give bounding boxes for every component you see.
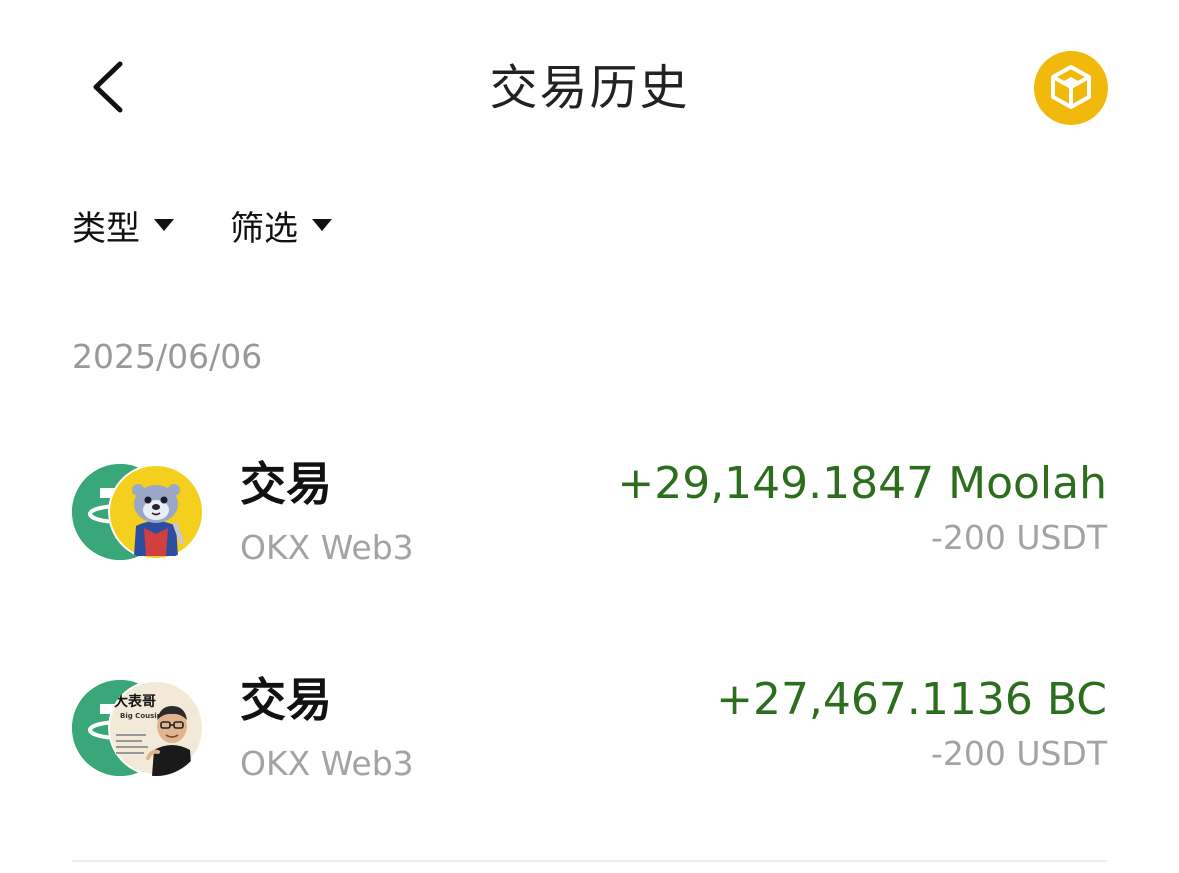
transaction-row[interactable]: 交易 OKX Web3 +29,149.1847 Moolah -200 USD… [72,432,1107,648]
screen-filter-label: 筛选 [230,208,298,249]
transaction-title: 交易 [240,457,332,511]
svg-text:Big Cousin: Big Cousin [120,712,162,720]
transaction-title: 交易 [240,673,332,727]
transaction-amount: +27,467.1136 BC [716,674,1107,725]
moolah-otter-icon [108,464,204,560]
svg-text:大表哥: 大表哥 [114,693,156,710]
transaction-list: 交易 OKX Web3 +29,149.1847 Moolah -200 USD… [72,432,1107,864]
transaction-source: OKX Web3 [240,744,414,783]
page-title: 交易历史 [489,60,690,116]
wallet-badge-button[interactable] [1034,51,1108,125]
date-heading: 2025/06/06 [72,337,263,376]
token-pair-icons [72,464,212,562]
list-divider [72,860,1107,862]
type-filter-dropdown[interactable]: 类型 [72,201,174,250]
caret-down-icon [312,219,332,231]
big-cousin-icon: 大表哥 Big Cousin [108,680,204,776]
transaction-amount: +29,149.1847 Moolah [617,458,1107,509]
transaction-row[interactable]: 大表哥 Big Cousin 交易 OKX Web3 +27,467.1136 … [72,648,1107,864]
bnb-cube-icon [1051,65,1091,109]
filter-bar: 类型 筛选 [72,200,388,250]
transaction-cost: -200 USDT [930,518,1107,557]
caret-down-icon [154,219,174,231]
token-pair-icons: 大表哥 Big Cousin [72,680,212,778]
screen-filter-dropdown[interactable]: 筛选 [230,201,332,250]
transaction-cost: -200 USDT [930,734,1107,773]
header: 交易历史 [0,0,1179,175]
transaction-source: OKX Web3 [240,528,414,567]
type-filter-label: 类型 [72,208,140,249]
